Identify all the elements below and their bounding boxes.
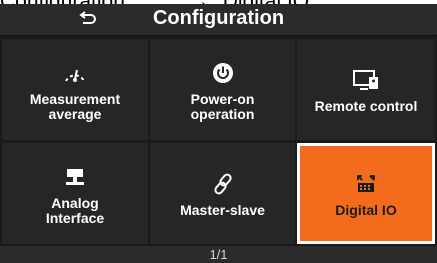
tile-master-slave[interactable]: Master-slave [150,143,295,244]
device-screen: Configuration Measurement average Power-… [0,4,437,263]
tile-power-on-operation[interactable]: Power-on operation [150,39,295,140]
menu-grid: Measurement average Power-on operation R… [2,39,435,244]
back-arrow-icon [79,11,96,24]
power-icon [212,58,234,88]
tile-analog-interface[interactable]: Analog Interface [2,143,148,244]
tile-remote-control[interactable]: Remote control [297,39,435,140]
tile-label-line2: operation [190,105,255,122]
tile-label-line1: Digital IO [335,202,397,218]
tile-label-line1: Power-on [190,90,255,107]
tile-label-line2: average [48,105,102,122]
digital-io-icon [355,169,377,199]
gauge-icon [62,58,88,88]
analog-interface-icon [64,162,86,192]
tile-label-line1: Remote control [314,98,418,114]
link-icon [211,169,235,199]
page-title: Configuration [152,7,285,29]
header-bar: Configuration [0,4,437,36]
page-indicator: 1/1 [0,246,437,263]
tile-label-line1: Analog [51,194,99,211]
tile-digital-io[interactable]: Digital IO [297,143,435,244]
tile-label-line2: Interface [45,209,105,226]
tile-measurement-average[interactable]: Measurement average [2,39,148,140]
back-button[interactable] [70,7,104,31]
remote-screen-icon [352,65,380,95]
tile-label-line1: Master-slave [180,202,265,218]
tile-label-line1: Measurement [29,90,121,107]
